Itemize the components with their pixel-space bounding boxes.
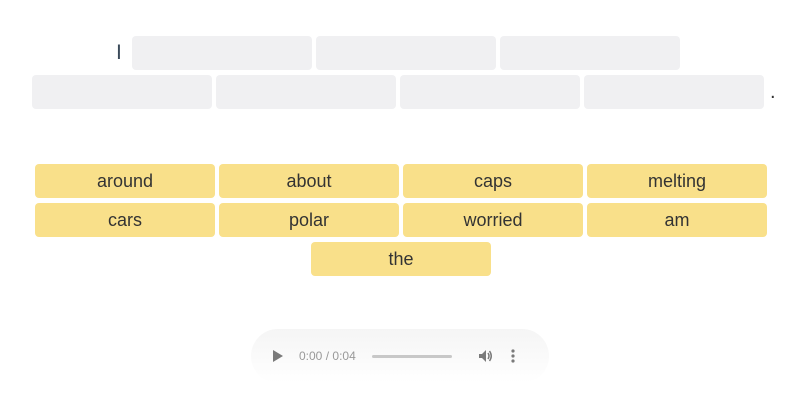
play-icon[interactable] [271, 349, 285, 363]
audio-player: 0:00 / 0:04 [251, 329, 549, 383]
answer-slot-3[interactable] [500, 36, 680, 70]
word-chip-caps[interactable]: caps [403, 164, 583, 198]
answer-slot-1[interactable] [132, 36, 312, 70]
word-chip-the[interactable]: the [311, 242, 491, 276]
current-time: 0:00 [299, 349, 323, 363]
word-bank: around about caps melting cars polar wor… [35, 164, 767, 276]
word-chip-polar[interactable]: polar [219, 203, 399, 237]
sentence-prefix: I [116, 41, 122, 64]
answer-slot-5[interactable] [216, 75, 396, 109]
answer-slot-6[interactable] [400, 75, 580, 109]
answer-slot-7[interactable] [584, 75, 764, 109]
time-separator: / [325, 349, 330, 363]
more-vertical-icon[interactable] [508, 347, 518, 365]
sentence-row-1: I [116, 36, 680, 70]
word-chip-around[interactable]: around [35, 164, 215, 198]
word-chip-melting[interactable]: melting [587, 164, 767, 198]
answer-slot-4[interactable] [32, 75, 212, 109]
volume-icon[interactable] [476, 347, 494, 365]
word-chip-am[interactable]: am [587, 203, 767, 237]
answer-slot-2[interactable] [316, 36, 496, 70]
word-chip-about[interactable]: about [219, 164, 399, 198]
seek-bar[interactable] [371, 354, 452, 358]
sentence-suffix: . [770, 81, 776, 103]
time-display: 0:00 / 0:04 [299, 349, 356, 363]
sentence-row-2: . [32, 75, 776, 109]
word-chip-cars[interactable]: cars [35, 203, 215, 237]
duration: 0:04 [332, 349, 356, 363]
word-chip-worried[interactable]: worried [403, 203, 583, 237]
